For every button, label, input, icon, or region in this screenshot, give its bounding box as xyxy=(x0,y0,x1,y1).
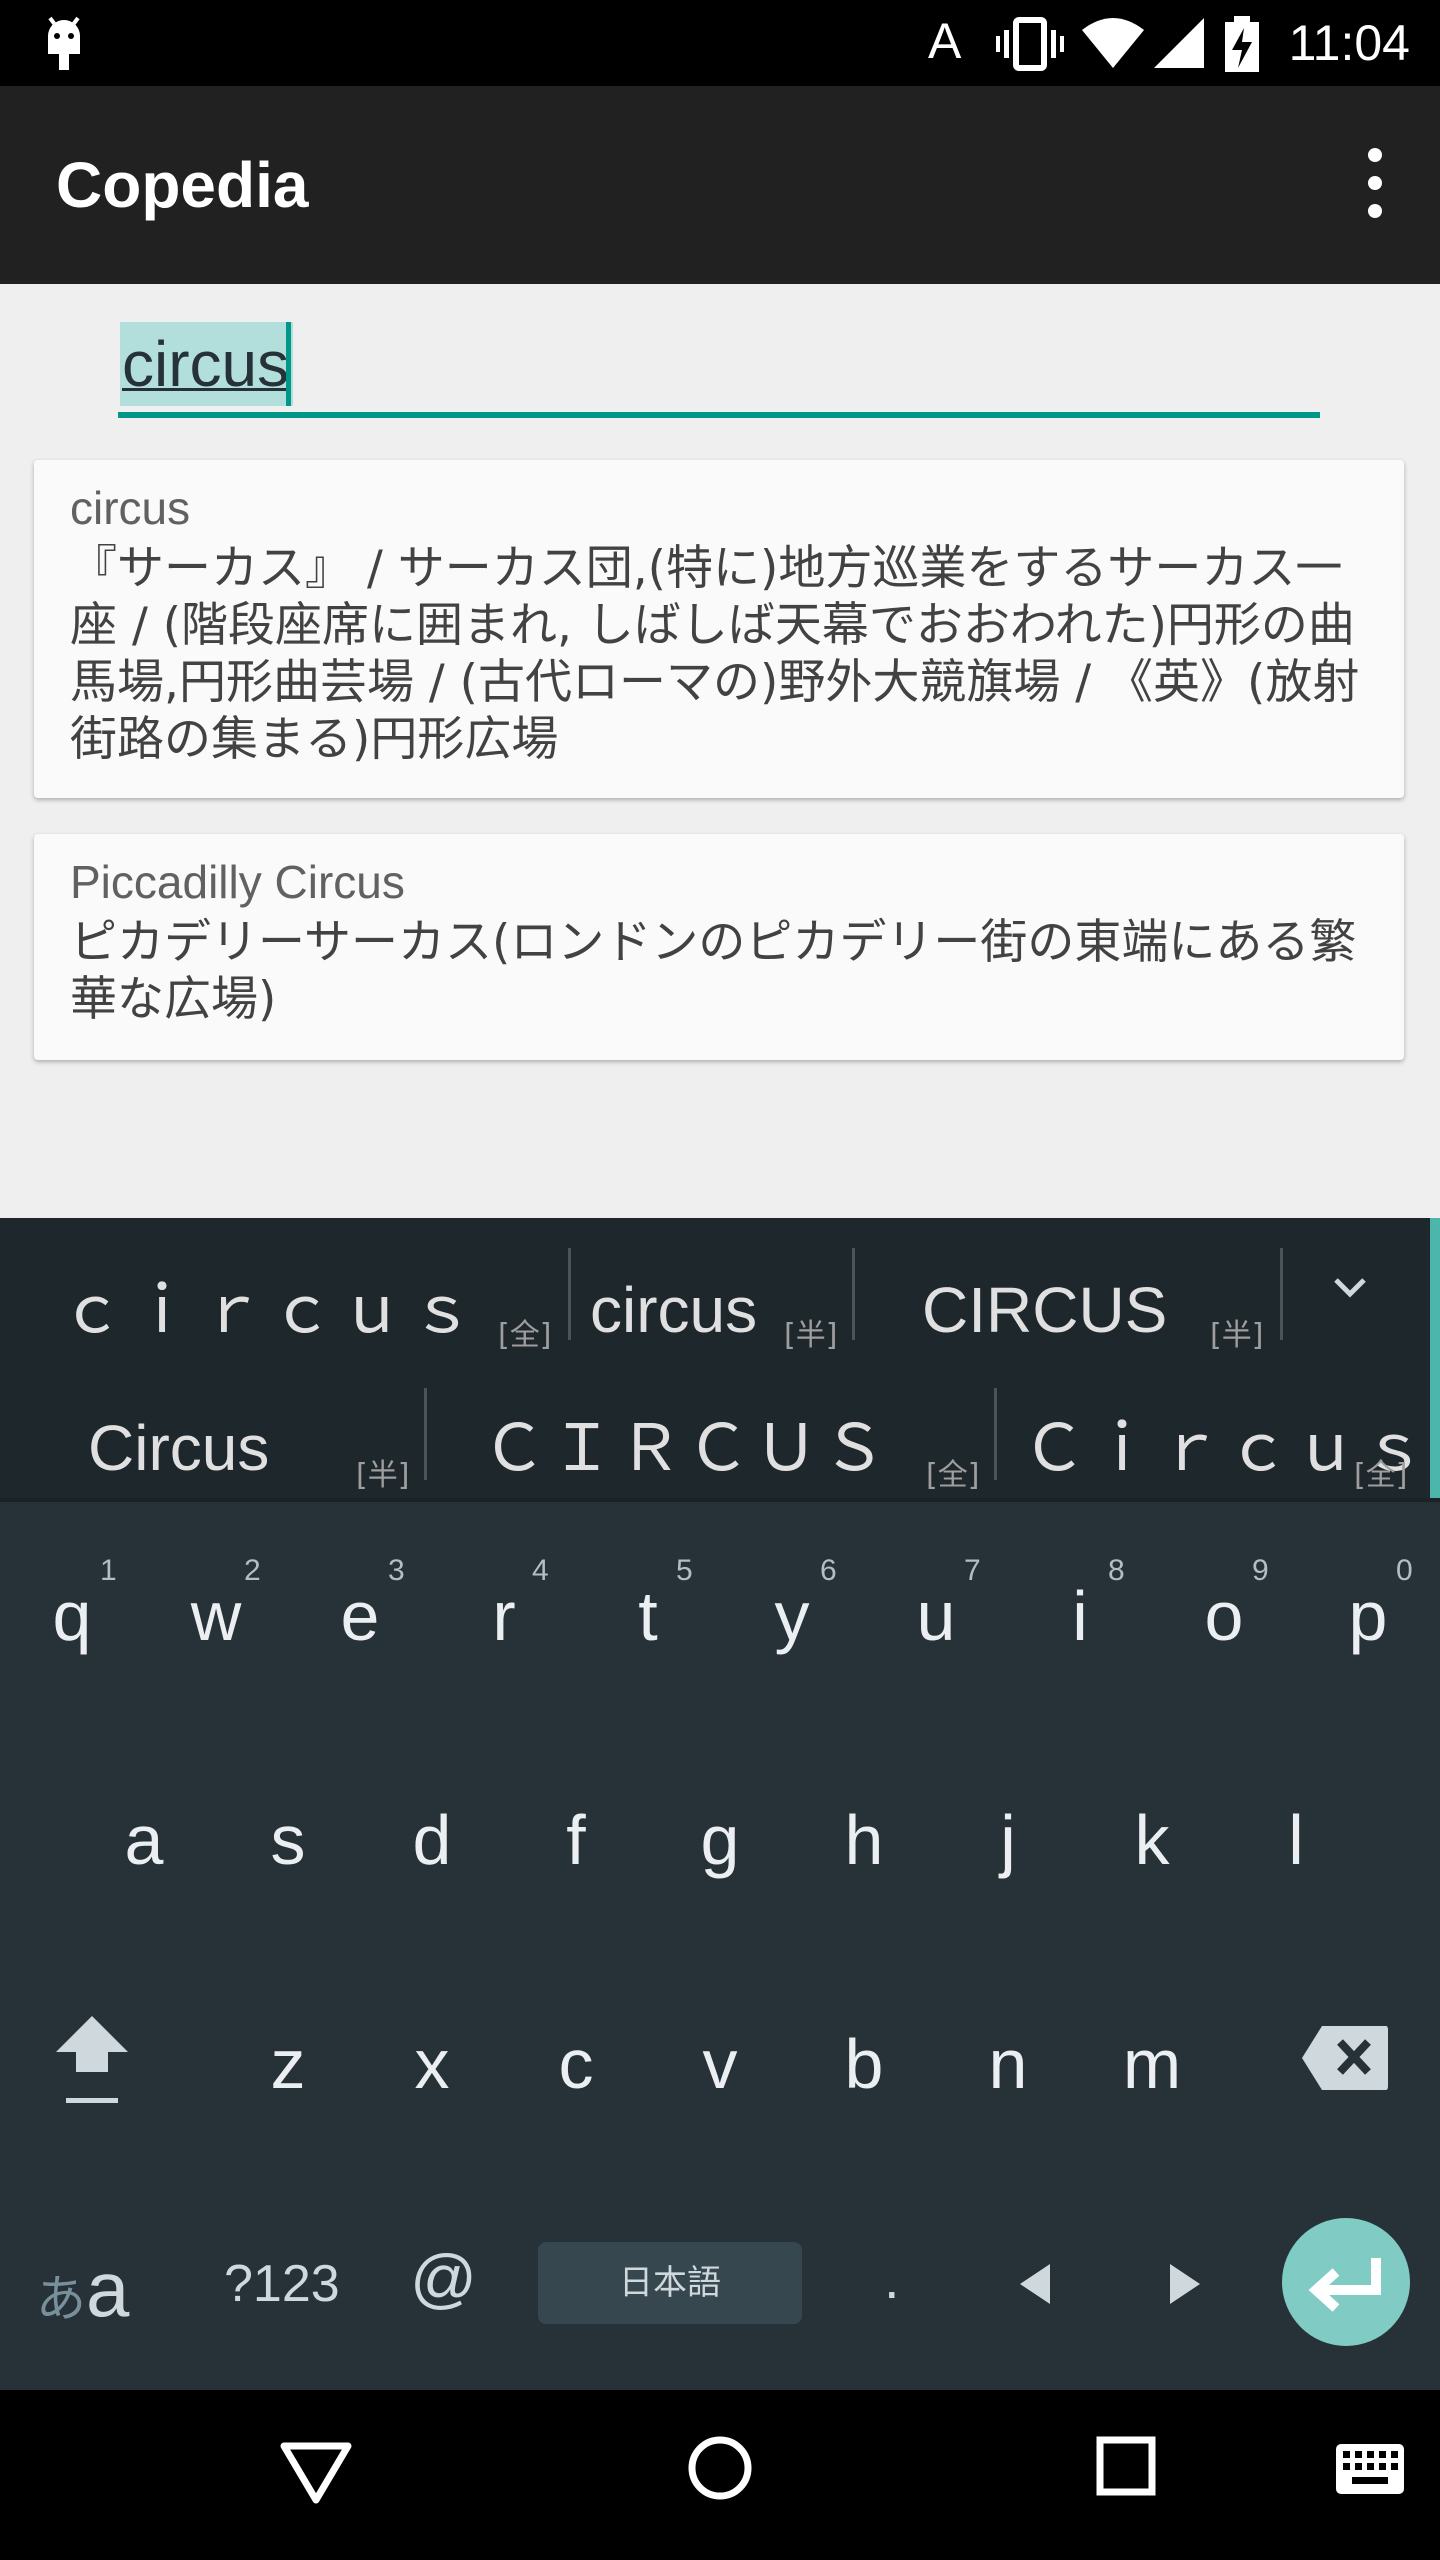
key-hint: 6 xyxy=(820,1554,837,1587)
latin-mode-label: a xyxy=(86,2245,130,2333)
kana-mode-key[interactable]: あa xyxy=(36,2244,129,2335)
at-key[interactable]: @ xyxy=(410,2240,477,2316)
navigation-bar xyxy=(0,2390,1440,2560)
key-w[interactable]: w xyxy=(156,1576,276,1656)
battery-charging-icon xyxy=(1225,16,1259,72)
search-input[interactable]: circus xyxy=(118,312,1320,420)
status-bar: A 11:04 xyxy=(0,0,1440,86)
home-icon[interactable] xyxy=(686,2434,754,2502)
suggestion-chip[interactable]: CIRCUS xyxy=(922,1270,1167,1350)
shift-icon[interactable] xyxy=(50,2010,134,2110)
wifi-icon xyxy=(1082,18,1144,68)
key-hint: 4 xyxy=(532,1554,549,1587)
suggestion-tag: [全] xyxy=(1354,1458,1408,1493)
suggestion-divider xyxy=(994,1388,997,1480)
suggestion-chip[interactable]: ｃｉｒｃｕｓ xyxy=(60,1270,480,1350)
suggestion-tag: [全] xyxy=(926,1458,980,1493)
status-time: 11:04 xyxy=(1288,15,1410,71)
more-vert-icon[interactable] xyxy=(1356,148,1396,232)
key-b[interactable]: b xyxy=(804,2024,924,2104)
keyboard-a-icon: A xyxy=(928,13,962,69)
key-x[interactable]: x xyxy=(372,2024,492,2104)
suggestion-tag: [全] xyxy=(498,1318,552,1353)
cursor-left-icon[interactable] xyxy=(1016,2262,1056,2306)
result-card[interactable]: circus 『サーカス』 / サーカス団,(特に)地方巡業をするサーカス一座 … xyxy=(34,460,1404,798)
app-bar: Copedia xyxy=(0,86,1440,284)
key-a[interactable]: a xyxy=(84,1800,204,1880)
key-r[interactable]: r xyxy=(444,1576,564,1656)
key-l[interactable]: l xyxy=(1236,1800,1356,1880)
key-hint: 3 xyxy=(388,1554,405,1587)
keyboard-icon[interactable] xyxy=(1334,2442,1406,2496)
key-hint: 9 xyxy=(1252,1554,1269,1587)
suggestion-chip[interactable]: Circus xyxy=(88,1408,269,1488)
key-f[interactable]: f xyxy=(516,1800,636,1880)
key-v[interactable]: v xyxy=(660,2024,780,2104)
app-title: Copedia xyxy=(56,149,309,221)
key-hint: 0 xyxy=(1396,1554,1413,1587)
key-k[interactable]: k xyxy=(1092,1800,1212,1880)
key-i[interactable]: i xyxy=(1020,1576,1140,1656)
enter-key[interactable] xyxy=(1282,2218,1410,2346)
suggestion-divider xyxy=(424,1388,427,1480)
key-m[interactable]: m xyxy=(1092,2024,1212,2104)
chevron-down-icon[interactable] xyxy=(1328,1266,1372,1310)
suggestion-tag: [半] xyxy=(784,1318,838,1353)
suggestion-accent-bar xyxy=(1430,1218,1440,1498)
suggestion-chip[interactable]: ＣＩＲＣＵＳ xyxy=(482,1408,890,1488)
result-headword: circus xyxy=(70,482,191,534)
key-p[interactable]: p xyxy=(1308,1576,1428,1656)
suggestion-divider-line xyxy=(0,1498,1440,1502)
result-headword: Piccadilly Circus xyxy=(70,856,405,908)
back-icon[interactable] xyxy=(278,2440,354,2506)
key-n[interactable]: n xyxy=(948,2024,1068,2104)
suggestion-divider xyxy=(852,1248,855,1340)
android-debug-icon xyxy=(48,16,80,70)
key-j[interactable]: j xyxy=(948,1800,1068,1880)
text-cursor xyxy=(286,322,291,406)
period-key[interactable]: . xyxy=(884,2246,900,2311)
suggestion-strip: ｃｉｒｃｕｓ [全] circus [半] CIRCUS [半] Circus … xyxy=(0,1218,1440,1502)
suggestion-divider xyxy=(568,1248,571,1340)
kana-mode-label: あ xyxy=(36,2271,86,2327)
search-input-value[interactable]: circus xyxy=(120,322,294,406)
key-d[interactable]: d xyxy=(372,1800,492,1880)
key-o[interactable]: o xyxy=(1164,1576,1284,1656)
key-e[interactable]: e xyxy=(300,1576,420,1656)
key-q[interactable]: q xyxy=(12,1576,132,1656)
key-z[interactable]: z xyxy=(228,2024,348,2104)
key-hint: 5 xyxy=(676,1554,693,1587)
suggestion-divider xyxy=(1280,1248,1283,1340)
key-c[interactable]: c xyxy=(516,2024,636,2104)
key-g[interactable]: g xyxy=(660,1800,780,1880)
symbols-key[interactable]: ?123 xyxy=(224,2254,340,2314)
key-hint: 1 xyxy=(100,1554,117,1587)
backspace-icon[interactable] xyxy=(1300,2024,1390,2092)
vibrate-icon xyxy=(996,17,1064,71)
search-underline xyxy=(118,412,1320,418)
signal-icon xyxy=(1154,18,1204,68)
key-hint: 7 xyxy=(964,1554,981,1587)
enter-icon xyxy=(1308,2258,1381,2312)
result-definition: 『サーカス』 / サーカス団,(特に)地方巡業をするサーカス一座 / (階段座席… xyxy=(70,541,1360,767)
result-definition: ピカデリーサーカス(ロンドンのピカデリー街の東端にある繁華な広場) xyxy=(70,915,1357,1027)
space-key[interactable]: 日本語 xyxy=(538,2242,802,2324)
key-hint: 8 xyxy=(1108,1554,1125,1587)
suggestion-chip[interactable]: circus xyxy=(590,1270,757,1350)
key-s[interactable]: s xyxy=(228,1800,348,1880)
key-y[interactable]: y xyxy=(732,1576,852,1656)
recents-icon[interactable] xyxy=(1096,2436,1156,2496)
suggestion-tag: [半] xyxy=(1210,1318,1264,1353)
key-u[interactable]: u xyxy=(876,1576,996,1656)
key-hint: 2 xyxy=(244,1554,261,1587)
result-card[interactable]: Piccadilly Circus ピカデリーサーカス(ロンドンのピカデリー街の… xyxy=(34,834,1404,1060)
key-t[interactable]: t xyxy=(588,1576,708,1656)
key-h[interactable]: h xyxy=(804,1800,924,1880)
cursor-right-icon[interactable] xyxy=(1164,2262,1204,2306)
suggestion-tag: [半] xyxy=(356,1458,410,1493)
